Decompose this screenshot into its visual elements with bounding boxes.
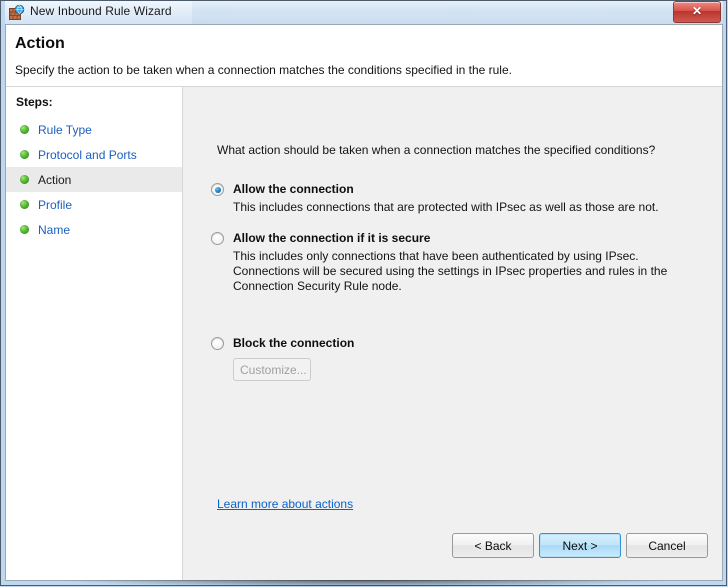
option-description: This includes only connections that have… [233, 249, 668, 293]
sidebar-item-label: Profile [38, 197, 73, 212]
step-bullet-icon [20, 125, 29, 134]
wizard-header: Action Specify the action to be taken wh… [6, 25, 722, 87]
option-header[interactable]: Block the connection [211, 336, 354, 350]
step-bullet-icon [20, 200, 29, 209]
option-allow-if-secure[interactable]: Allow the connection if it is secure Thi… [211, 231, 685, 294]
steps-heading: Steps: [16, 95, 53, 109]
option-description: This includes connections that are prote… [233, 200, 659, 214]
wizard-content: What action should be taken when a conne… [183, 87, 722, 580]
sidebar-item-protocol-and-ports[interactable]: Protocol and Ports [6, 142, 182, 167]
sidebar-item-label: Rule Type [38, 122, 92, 137]
sidebar-item-action[interactable]: Action [6, 167, 182, 192]
sidebar-item-name[interactable]: Name [6, 217, 182, 242]
step-bullet-icon [20, 225, 29, 234]
cancel-button[interactable]: Cancel [626, 533, 708, 558]
sidebar-item-rule-type[interactable]: Rule Type [6, 117, 182, 142]
window-title: New Inbound Rule Wizard [30, 4, 172, 18]
option-title: Allow the connection if it is secure [233, 231, 431, 245]
option-header[interactable]: Allow the connection [211, 182, 685, 196]
next-button[interactable]: Next > [539, 533, 621, 558]
close-button[interactable]: ✕ [673, 1, 721, 23]
option-title: Allow the connection [233, 182, 354, 196]
radio-block-the-connection[interactable] [211, 337, 224, 350]
title-bar: New Inbound Rule Wizard ✕ [0, 0, 728, 24]
dialog-button-bar: < Back Next > Cancel [183, 520, 722, 580]
page-subtitle: Specify the action to be taken when a co… [15, 63, 512, 77]
close-icon: ✕ [691, 4, 703, 18]
sidebar-item-label: Action [38, 172, 72, 187]
steps-list: Rule Type Protocol and Ports Action Prof… [6, 117, 182, 242]
step-bullet-icon [20, 150, 29, 159]
action-question: What action should be taken when a conne… [217, 143, 656, 157]
steps-sidebar: Steps: Rule Type Protocol and Ports Acti… [6, 87, 183, 580]
customize-button[interactable]: Customize... [233, 358, 311, 381]
firewall-rule-icon [9, 4, 25, 20]
sidebar-item-label: Name [38, 222, 71, 237]
radio-allow-if-secure[interactable] [211, 232, 224, 245]
radio-allow-the-connection[interactable] [211, 183, 224, 196]
option-block-the-connection[interactable]: Block the connection [211, 336, 354, 350]
sidebar-item-label: Protocol and Ports [38, 147, 137, 162]
learn-more-link[interactable]: Learn more about actions [217, 497, 353, 511]
page-title: Action [15, 35, 65, 52]
option-header[interactable]: Allow the connection if it is secure [211, 231, 685, 245]
sidebar-item-profile[interactable]: Profile [6, 192, 182, 217]
option-allow-the-connection[interactable]: Allow the connection This includes conne… [211, 182, 685, 215]
step-bullet-icon [20, 175, 29, 184]
dialog-client-area: Action Specify the action to be taken wh… [5, 24, 723, 581]
dialog-window: New Inbound Rule Wizard ✕ Action Specify… [0, 0, 728, 587]
back-button[interactable]: < Back [452, 533, 534, 558]
option-title: Block the connection [233, 336, 355, 350]
